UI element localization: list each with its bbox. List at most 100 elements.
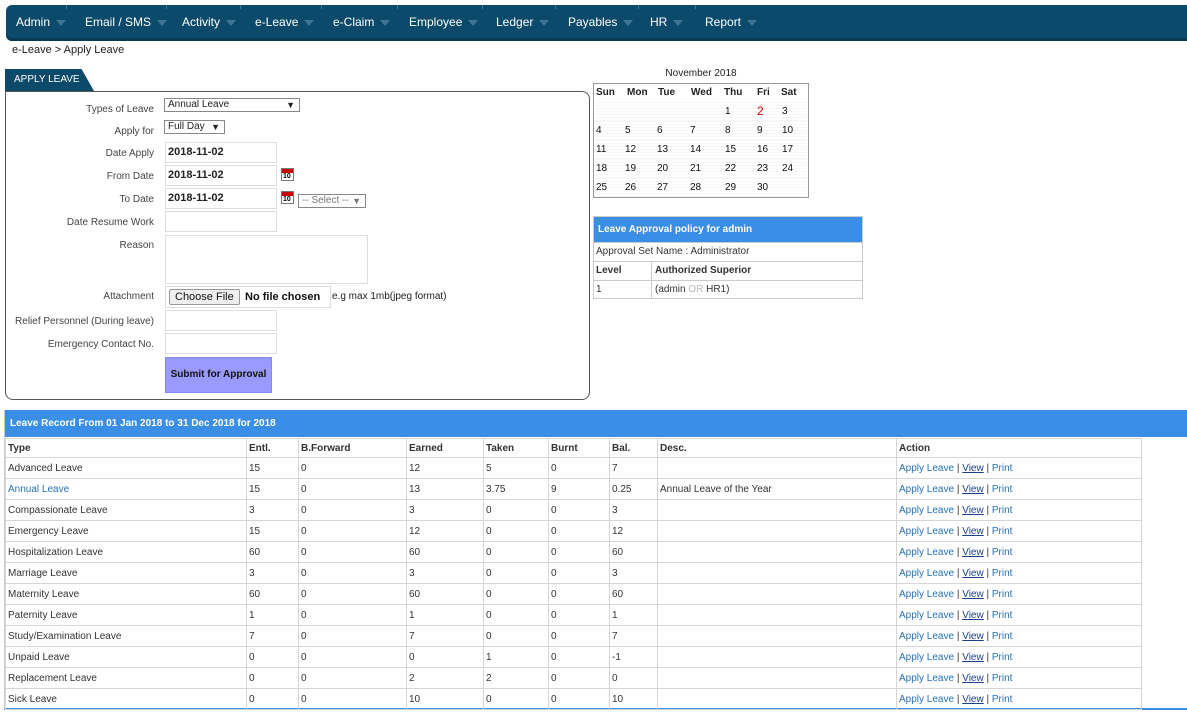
leave-type-link[interactable]: Annual Leave	[8, 484, 69, 495]
calendar-date[interactable]: 24	[782, 159, 812, 178]
calendar-date[interactable]: 18	[596, 159, 626, 178]
view-link[interactable]: View	[962, 505, 984, 516]
print-link[interactable]: Print	[992, 652, 1013, 663]
view-link[interactable]: View	[962, 631, 984, 642]
print-link[interactable]: Print	[992, 547, 1013, 558]
cell-burnt: 0	[548, 562, 610, 584]
calendar-date[interactable]: 19	[625, 159, 655, 178]
cell-taken: 0	[483, 520, 549, 542]
cell-earned: 7	[406, 625, 484, 647]
view-link[interactable]: View	[962, 589, 984, 600]
submit-for-approval-button[interactable]: Submit for Approval	[165, 357, 272, 393]
view-link[interactable]: View	[962, 652, 984, 663]
apply-leave-link[interactable]: Apply Leave	[899, 505, 954, 516]
apply-leave-link[interactable]: Apply Leave	[899, 673, 954, 684]
calendar-date	[596, 102, 626, 121]
calendar-date[interactable]: 13	[657, 140, 687, 159]
chevron-down-icon	[56, 19, 67, 26]
to-date-half-select[interactable]: -- Select -- ▼	[298, 194, 366, 208]
print-link[interactable]: Print	[992, 589, 1013, 600]
view-link[interactable]: View	[962, 526, 984, 537]
apply-leave-link[interactable]: Apply Leave	[899, 526, 954, 537]
apply-leave-link[interactable]: Apply Leave	[899, 610, 954, 621]
print-link[interactable]: Print	[992, 673, 1013, 684]
calendar-date[interactable]: 29	[725, 178, 755, 197]
apply-leave-link[interactable]: Apply Leave	[899, 484, 954, 495]
calendar-date[interactable]: 4	[596, 121, 626, 140]
apply-leave-link[interactable]: Apply Leave	[899, 589, 954, 600]
calendar-day-header: Sat	[781, 87, 797, 98]
calendar-date[interactable]: 22	[725, 159, 755, 178]
to-date-field[interactable]: 2018-11-02	[165, 188, 277, 209]
apply-leave-link[interactable]: Apply Leave	[899, 463, 954, 474]
cell-entitlement: 0	[246, 646, 299, 668]
apply-leave-link[interactable]: Apply Leave	[899, 547, 954, 558]
nav-hr[interactable]: HR	[650, 5, 684, 38]
print-link[interactable]: Print	[992, 505, 1013, 516]
cell-leave-type: Sick Leave	[5, 688, 247, 710]
reason-textarea[interactable]	[165, 235, 368, 284]
view-link[interactable]: View	[962, 547, 984, 558]
nav-report[interactable]: Report	[705, 5, 758, 38]
calendar-date[interactable]: 10	[782, 121, 812, 140]
from-date-field[interactable]: 2018-11-02	[165, 165, 277, 186]
date-apply-label: Date Apply	[105, 148, 154, 159]
calendar-date[interactable]: 8	[725, 121, 755, 140]
apply-leave-tab[interactable]: APPLY LEAVE	[5, 69, 94, 91]
cell-action: Apply Leave | View | Print	[896, 562, 1142, 584]
print-link[interactable]: Print	[992, 631, 1013, 642]
print-link[interactable]: Print	[992, 484, 1013, 495]
calendar-date[interactable]: 14	[690, 140, 720, 159]
nav-ledger[interactable]: Ledger	[496, 5, 550, 38]
calendar-date[interactable]: 25	[596, 178, 626, 197]
calendar-date[interactable]: 17	[782, 140, 812, 159]
view-link[interactable]: View	[962, 568, 984, 579]
calendar-date[interactable]: 7	[690, 121, 720, 140]
file-input[interactable]: Choose File No file chosen	[165, 286, 331, 308]
nav-employee[interactable]: Employee	[409, 5, 479, 38]
apply-leave-link[interactable]: Apply Leave	[899, 631, 954, 642]
types-of-leave-select[interactable]: Annual Leave ▼	[164, 98, 300, 112]
calendar-date[interactable]: 6	[657, 121, 687, 140]
view-link[interactable]: View	[962, 673, 984, 684]
apply-for-select[interactable]: Full Day ▼	[164, 120, 225, 134]
calendar-date[interactable]: 27	[657, 178, 687, 197]
col-taken: Taken	[483, 438, 549, 458]
nav-e-claim[interactable]: e-Claim	[333, 5, 391, 38]
calendar-date[interactable]: 21	[690, 159, 720, 178]
apply-leave-link[interactable]: Apply Leave	[899, 568, 954, 579]
calendar-date[interactable]: 28	[690, 178, 720, 197]
calendar-date[interactable]: 20	[657, 159, 687, 178]
relief-personnel-field[interactable]	[165, 310, 277, 331]
calendar-icon[interactable]: 10	[281, 191, 294, 204]
print-link[interactable]: Print	[992, 568, 1013, 579]
calendar-date[interactable]: 12	[625, 140, 655, 159]
nav-email-sms[interactable]: Email / SMS	[85, 5, 168, 38]
calendar-date[interactable]: 26	[625, 178, 655, 197]
nav-payables[interactable]: Payables	[568, 5, 634, 38]
view-link[interactable]: View	[962, 610, 984, 621]
col-type: Type	[5, 438, 247, 458]
apply-leave-link[interactable]: Apply Leave	[899, 694, 954, 705]
nav-admin[interactable]: Admin	[16, 5, 67, 38]
print-link[interactable]: Print	[992, 463, 1013, 474]
date-resume-field[interactable]	[165, 211, 277, 232]
view-link[interactable]: View	[962, 694, 984, 705]
choose-file-button[interactable]: Choose File	[169, 289, 240, 305]
calendar-date[interactable]: 3	[782, 102, 812, 121]
date-apply-field[interactable]: 2018-11-02	[165, 142, 277, 163]
view-link[interactable]: View	[962, 463, 984, 474]
apply-leave-link[interactable]: Apply Leave	[899, 652, 954, 663]
print-link[interactable]: Print	[992, 610, 1013, 621]
view-link[interactable]: View	[962, 484, 984, 495]
nav-e-leave[interactable]: e-Leave	[255, 5, 315, 38]
calendar-date[interactable]: 5	[625, 121, 655, 140]
print-link[interactable]: Print	[992, 694, 1013, 705]
calendar-icon[interactable]: 10	[281, 168, 294, 181]
calendar-date[interactable]: 15	[725, 140, 755, 159]
emergency-contact-field[interactable]	[165, 333, 277, 354]
calendar-date[interactable]: 11	[596, 140, 626, 159]
print-link[interactable]: Print	[992, 526, 1013, 537]
calendar-date[interactable]: 1	[725, 102, 755, 121]
nav-activity[interactable]: Activity	[182, 5, 237, 38]
